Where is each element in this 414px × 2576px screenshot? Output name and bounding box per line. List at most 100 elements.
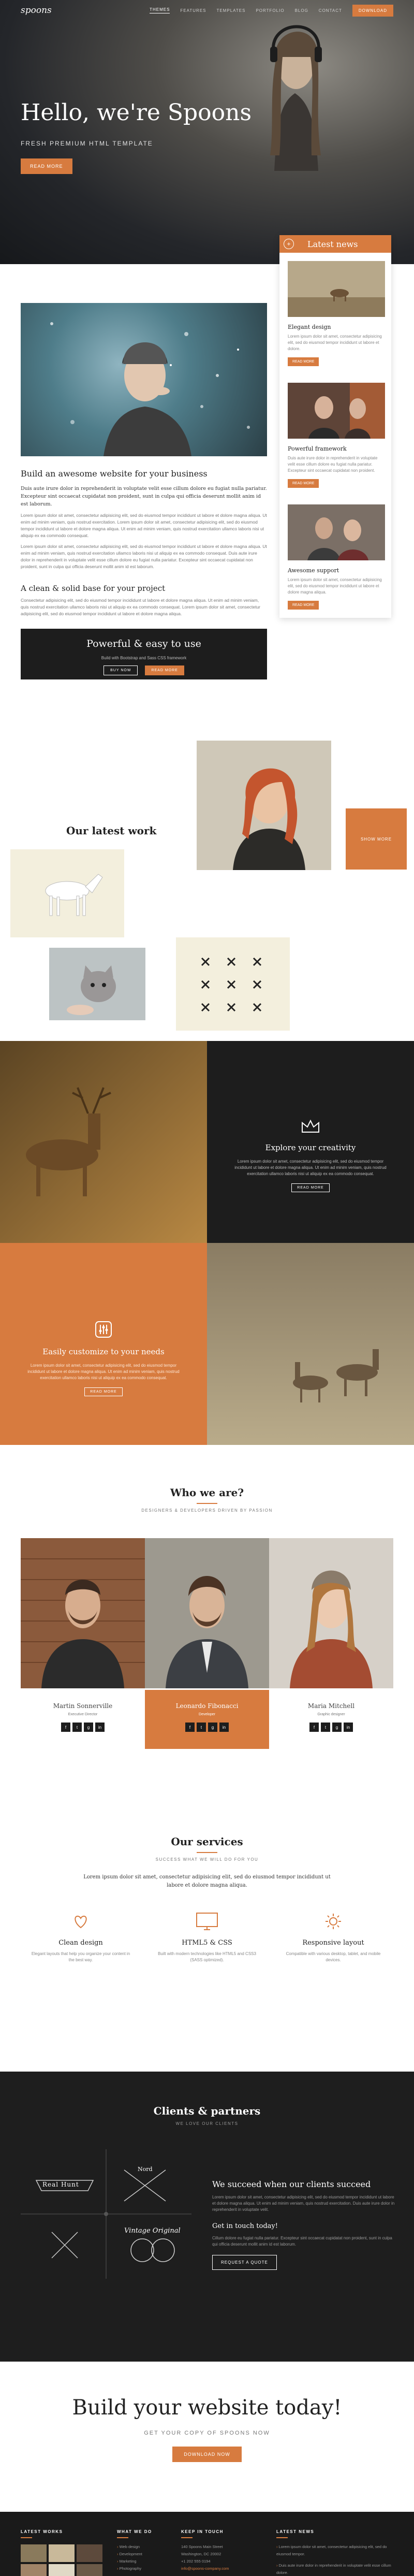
linkedin-icon[interactable]: in	[344, 1723, 353, 1732]
download-button[interactable]: Download	[352, 4, 393, 17]
footer-thumbnail[interactable]	[49, 2564, 75, 2576]
team-member-card: Leonardo Fibonacci Developer f t g in	[145, 1538, 269, 1749]
member-caption: Maria Mitchell Graphic designer f t g in	[269, 1690, 393, 1749]
footer-news-item[interactable]: › Duis aute irure dolor in reprehenderit…	[276, 2562, 393, 2576]
footer-news-list: › Lorem ipsum dolor sit amet, consectetu…	[276, 2543, 393, 2576]
footer-link[interactable]: › Web design	[117, 2543, 152, 2551]
news-title[interactable]: Powerful framework	[288, 445, 385, 452]
feature-read-more-button[interactable]: Read more	[84, 1387, 123, 1396]
title-divider	[197, 1503, 217, 1504]
twitter-icon[interactable]: t	[72, 1723, 82, 1732]
news-image-people[interactable]	[288, 383, 385, 439]
news-read-more-button[interactable]: Read more	[288, 479, 319, 488]
download-now-button[interactable]: Download now	[172, 2447, 242, 2462]
hero-subtitle: Fresh premium HTML template	[21, 140, 153, 147]
build-subtitle: Get your copy of Spoons now	[144, 2430, 270, 2436]
footer-we-do-list: › Web design › Development › Marketing ›…	[117, 2543, 152, 2572]
news-title[interactable]: Elegant design	[288, 324, 385, 330]
footer-link[interactable]: › Marketing	[117, 2558, 152, 2565]
news-read-more-button[interactable]: Read more	[288, 357, 319, 366]
news-item: Awesome support Lorem ipsum dolor sit am…	[279, 496, 391, 618]
address-line: 140 Spoons Main Street	[181, 2544, 223, 2549]
news-text: Lorem ipsum dolor sit amet, consectetur …	[288, 334, 382, 351]
news-read-more-button[interactable]: Read more	[288, 601, 319, 610]
news-title[interactable]: Awesome support	[288, 567, 385, 574]
footer-address: 140 Spoons Main Street Washington, DC 20…	[181, 2543, 229, 2572]
footer-thumbnail[interactable]	[21, 2544, 47, 2562]
footer-divider	[117, 2537, 128, 2538]
facebook-icon[interactable]: f	[185, 1723, 195, 1732]
facebook-icon[interactable]: f	[61, 1723, 70, 1732]
article-title: Build an awesome website for your busine…	[21, 469, 208, 479]
work-item-pattern[interactable]	[176, 937, 290, 1031]
nav-link-themes[interactable]: Themes	[150, 7, 170, 13]
footer-thumbnails	[21, 2544, 102, 2576]
news-image-friends[interactable]	[288, 504, 385, 560]
sidebar-header: + Latest news	[279, 235, 391, 253]
featured-image	[21, 303, 267, 456]
footer-thumbnail[interactable]	[49, 2544, 75, 2562]
sun-icon	[282, 1911, 385, 1932]
logo[interactable]: spoons	[21, 5, 52, 16]
nav-link-features[interactable]: Features	[180, 8, 206, 13]
hero-section: spoons Themes Features Templates Portfol…	[0, 0, 414, 264]
work-item-kitten[interactable]	[49, 948, 145, 1020]
linkedin-icon[interactable]: in	[219, 1723, 229, 1732]
services-section: Our services Success what we will do for…	[0, 1782, 414, 2072]
contact-heading: Get in touch today!	[212, 2222, 278, 2230]
feature-title: Explore your creativity	[265, 1143, 356, 1152]
news-text: Lorem ipsum dolor sit amet, consectetur …	[288, 577, 382, 595]
footer-latest-works: Latest works	[21, 2529, 102, 2576]
member-name: Martin Sonnerville	[53, 1702, 113, 1710]
footer-link[interactable]: › Development	[117, 2551, 152, 2558]
news-image-deer[interactable]	[288, 261, 385, 317]
nav-link-portfolio[interactable]: Portfolio	[256, 8, 284, 13]
member-photo	[269, 1538, 393, 1688]
cta-read-more-button[interactable]: Read more	[145, 665, 184, 675]
facebook-icon[interactable]: f	[309, 1723, 319, 1732]
footer-touch-title: Keep in touch	[181, 2529, 224, 2534]
article-paragraph: Consectetur adipisicing elit, sed do eiu…	[21, 598, 261, 616]
google-plus-icon[interactable]: g	[332, 1723, 342, 1732]
work-item-portrait[interactable]	[197, 741, 331, 870]
nav-link-templates[interactable]: Templates	[216, 8, 245, 13]
work-item-horse[interactable]	[10, 849, 124, 937]
email-link[interactable]: info@spoons-company.com	[181, 2565, 229, 2572]
nav-link-blog[interactable]: Blog	[295, 8, 308, 13]
feature-read-more-button[interactable]: Read more	[291, 1183, 330, 1192]
service-title: HTML5 & CSS	[182, 1939, 232, 1947]
crown-icon	[302, 1119, 319, 1133]
show-more-button[interactable]: Show more	[346, 808, 407, 870]
footer-keep-in-touch: Keep in touch 140 Spoons Main Street Was…	[181, 2529, 229, 2572]
google-plus-icon[interactable]: g	[84, 1723, 93, 1732]
service-item: Responsive layout Compatible with variou…	[282, 1911, 385, 1963]
article-paragraph: Lorem ipsum dolor sit amet, consectetur …	[21, 544, 267, 569]
clients-section: Clients & partners We love our clients R…	[0, 2072, 414, 2362]
google-plus-icon[interactable]: g	[208, 1723, 217, 1732]
article-lead: Duis aute irure dolor in reprehenderit i…	[21, 486, 267, 507]
request-quote-button[interactable]: Request a quote	[212, 2255, 277, 2270]
twitter-icon[interactable]: t	[197, 1723, 206, 1732]
linkedin-icon[interactable]: in	[95, 1723, 105, 1732]
feature-creativity: Explore your creativity Lorem ipsum dolo…	[207, 1041, 414, 1243]
footer-thumbnail[interactable]	[77, 2564, 102, 2576]
article-paragraph: Lorem ipsum dolor sit amet, consectetur …	[21, 513, 267, 538]
member-caption: Leonardo Fibonacci Developer f t g in	[145, 1690, 269, 1749]
footer-link[interactable]: › Photography	[117, 2565, 152, 2572]
hero-read-more-button[interactable]: Read more	[21, 158, 72, 174]
team-member-card: Martin Sonnerville Executive Director f …	[21, 1538, 145, 1749]
cta-subtitle: Build with Bootstrap and Sass CSS framew…	[101, 656, 187, 660]
buy-now-button[interactable]: Buy now	[103, 665, 138, 675]
footer-divider	[276, 2537, 288, 2538]
nav-link-contact[interactable]: Contact	[319, 8, 342, 13]
member-name: Maria Mitchell	[307, 1702, 355, 1710]
member-role: Graphic designer	[317, 1713, 345, 1716]
footer-news-item[interactable]: › Lorem ipsum dolor sit amet, consectetu…	[276, 2543, 393, 2558]
footer-thumbnail[interactable]	[21, 2564, 47, 2576]
service-text: Built with modern technologies like HTML…	[158, 1951, 256, 1962]
twitter-icon[interactable]: t	[321, 1723, 330, 1732]
footer-divider	[21, 2537, 32, 2538]
news-item: Elegant design Lorem ipsum dolor sit ame…	[279, 253, 391, 374]
clients-title: Clients & partners	[153, 2105, 261, 2117]
footer-thumbnail[interactable]	[77, 2544, 102, 2562]
